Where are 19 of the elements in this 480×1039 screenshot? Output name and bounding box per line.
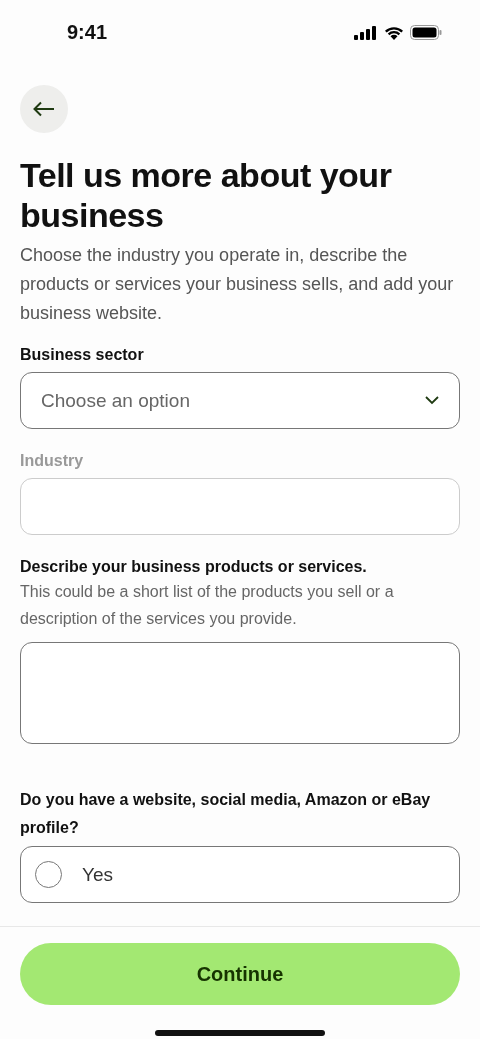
page-description: Choose the industry you operate in, describe the products or services your business sells, and add your business website. (20, 244, 455, 326)
continue-button[interactable]: Continue (20, 943, 460, 1006)
field-hint: This could be a short list of the products you sell or a description of the services you provide. (20, 582, 395, 630)
back-arrow-icon (33, 101, 55, 118)
back-button[interactable] (20, 85, 68, 134)
radio-option[interactable]: Yes (20, 846, 460, 904)
question-label: Do you have a website, social media, Amazon or eBay profile? (20, 790, 432, 839)
battery-icon (410, 25, 442, 41)
option-label: Yes (82, 863, 113, 886)
field-label: Describe your business products or services. (20, 558, 368, 577)
status-time: 9:41 (67, 21, 108, 45)
chevron-down-icon (425, 396, 439, 406)
wifi-icon (384, 25, 404, 40)
text-area[interactable] (20, 642, 460, 745)
field-label: Industry (20, 452, 85, 471)
field-label: Business sector (20, 346, 145, 365)
page-title: Tell us more about your business (20, 155, 393, 236)
signal-icon (354, 25, 378, 40)
dropdown-field[interactable]: Choose an option (20, 372, 460, 430)
